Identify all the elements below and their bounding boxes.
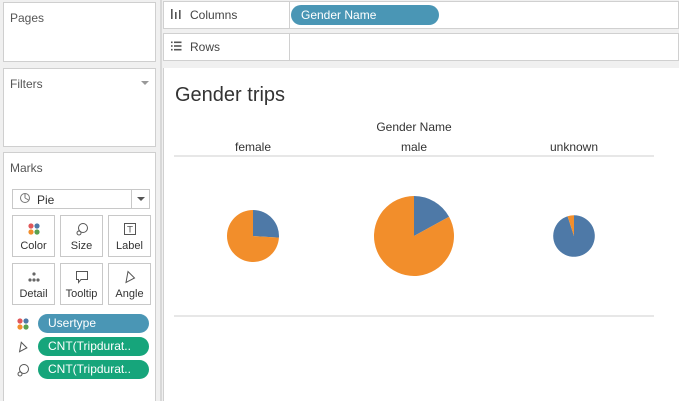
detail-button-label: Detail bbox=[19, 288, 48, 300]
angle-icon bbox=[109, 269, 150, 285]
rows-shelf[interactable]: Rows bbox=[163, 33, 679, 61]
color-button-label: Color bbox=[20, 240, 47, 252]
pies-group bbox=[227, 196, 595, 276]
size-button-label: Size bbox=[70, 240, 93, 252]
pages-title: Pages bbox=[10, 11, 45, 25]
columns-shelf[interactable]: Columns Gender Name bbox=[163, 1, 679, 29]
svg-text:T: T bbox=[126, 226, 133, 236]
cnt-tripduration-size-pill[interactable]: CNT(Tripdurat.. bbox=[38, 360, 149, 379]
gender-name-pill[interactable]: Gender Name bbox=[291, 5, 439, 25]
worksheet-view: Gender trips Gender Name female male unkno… bbox=[163, 68, 679, 401]
marks-field-usertype[interactable]: Usertype bbox=[12, 314, 152, 334]
pie-chart: Gender Name female male unknown bbox=[174, 120, 654, 317]
detail-dots-icon bbox=[13, 269, 54, 285]
size-icon bbox=[16, 363, 30, 377]
angle-button[interactable]: Angle bbox=[108, 263, 151, 305]
rows-label: Rows bbox=[190, 40, 221, 54]
filters-menu-caret-icon[interactable] bbox=[141, 81, 149, 85]
category-labels: female male unknown bbox=[235, 140, 598, 154]
tooltip-icon bbox=[61, 269, 102, 285]
marks-field-size[interactable]: CNT(Tripdurat.. bbox=[12, 360, 152, 380]
tooltip-button-label: Tooltip bbox=[65, 288, 98, 300]
size-icon bbox=[61, 221, 102, 237]
marks-field-angle[interactable]: CNT(Tripdurat.. bbox=[12, 337, 152, 357]
rows-icon bbox=[170, 40, 182, 55]
pages-shelf[interactable]: Pages bbox=[3, 2, 156, 62]
category-label-unknown: unknown bbox=[550, 140, 598, 154]
columns-label: Columns bbox=[190, 8, 238, 22]
chevron-down-icon[interactable] bbox=[131, 190, 149, 208]
filters-title: Filters bbox=[10, 77, 43, 91]
column-header-title: Gender Name bbox=[376, 120, 452, 134]
filters-shelf[interactable]: Filters bbox=[3, 68, 156, 147]
angle-button-label: Angle bbox=[115, 288, 144, 300]
left-panel: Pages Filters Marks Pie Color Size T Lab… bbox=[0, 0, 160, 401]
color-dots-icon bbox=[16, 317, 30, 331]
category-label-female: female bbox=[235, 140, 271, 154]
panel-divider[interactable] bbox=[160, 0, 162, 401]
mark-type-label: Pie bbox=[37, 193, 55, 207]
detail-button[interactable]: Detail bbox=[12, 263, 55, 305]
marks-card: Marks Pie Color Size T Label Detail Tool… bbox=[3, 152, 156, 401]
size-button[interactable]: Size bbox=[60, 215, 103, 257]
usertype-pill[interactable]: Usertype bbox=[38, 314, 149, 333]
color-dots-icon bbox=[13, 221, 54, 237]
pie-mark-icon bbox=[19, 192, 31, 207]
angle-icon bbox=[16, 340, 30, 354]
color-button[interactable]: Color bbox=[12, 215, 55, 257]
shelf-separator bbox=[289, 34, 290, 60]
label-button[interactable]: T Label bbox=[108, 215, 151, 257]
shelf-separator bbox=[289, 2, 290, 28]
cnt-tripduration-angle-pill[interactable]: CNT(Tripdurat.. bbox=[38, 337, 149, 356]
label-icon: T bbox=[109, 221, 150, 237]
mark-type-dropdown[interactable]: Pie bbox=[12, 189, 150, 209]
columns-icon bbox=[170, 8, 182, 23]
pie-slice-female-0[interactable] bbox=[253, 210, 279, 238]
label-button-label: Label bbox=[116, 240, 143, 252]
tooltip-button[interactable]: Tooltip bbox=[60, 263, 103, 305]
category-label-male: male bbox=[401, 140, 427, 154]
marks-title: Marks bbox=[10, 161, 43, 175]
